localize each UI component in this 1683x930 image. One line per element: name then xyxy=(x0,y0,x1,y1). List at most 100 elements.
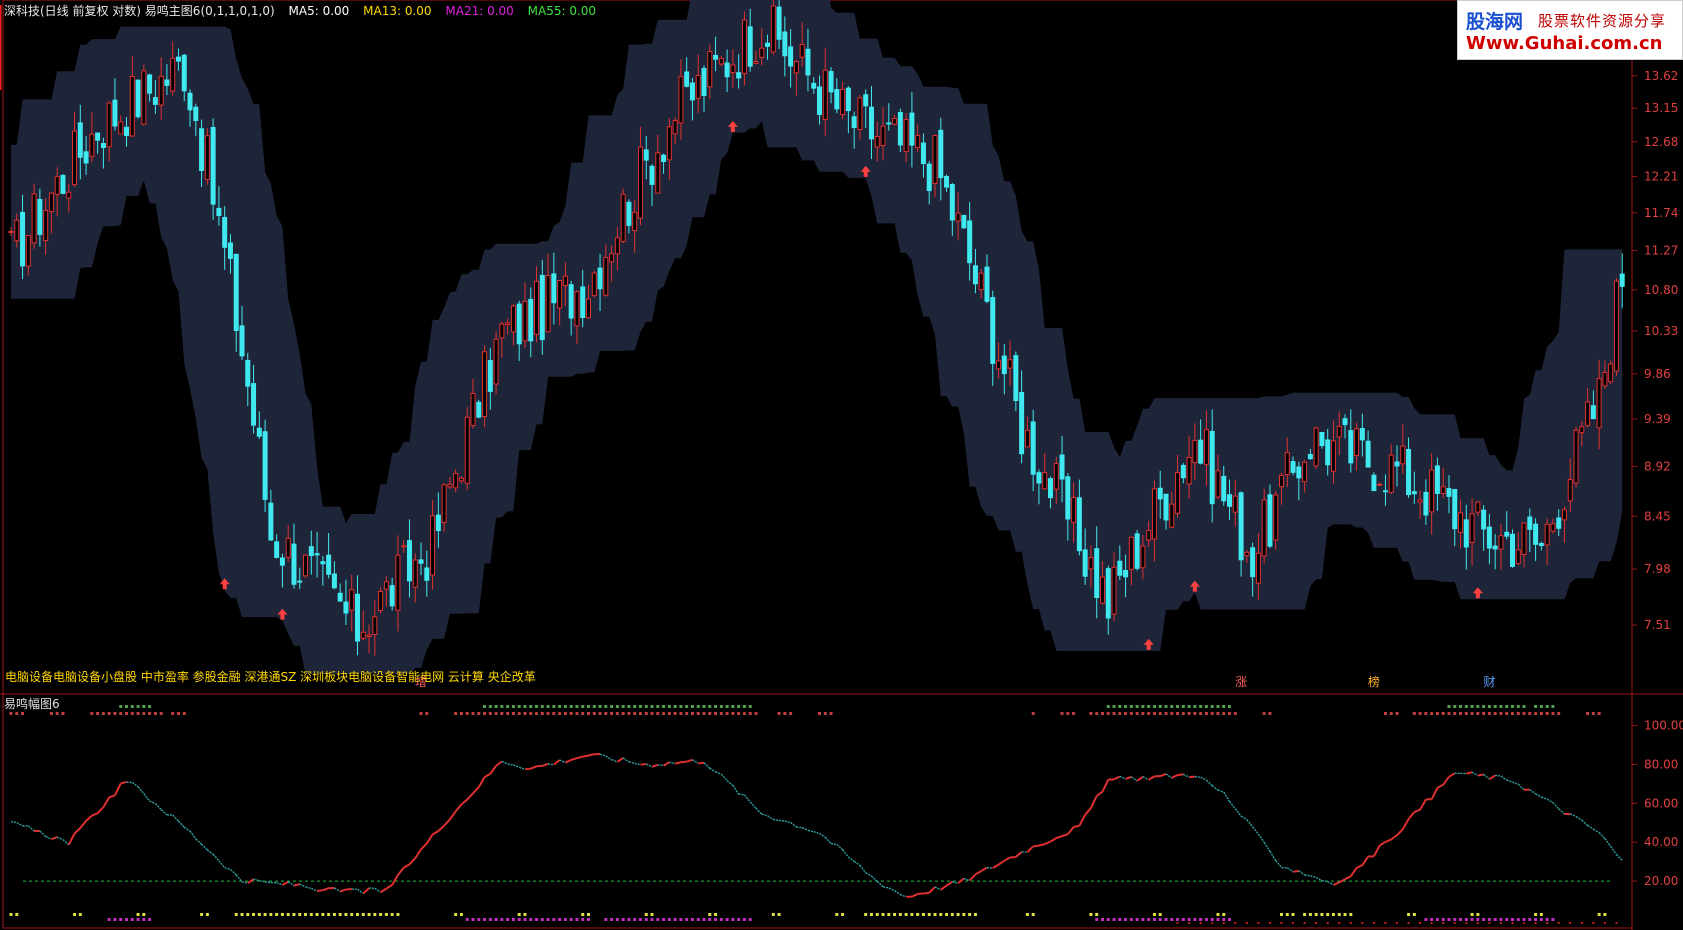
signal-dot-bottom xyxy=(1430,922,1433,924)
oscillator-segment xyxy=(1165,773,1173,779)
candle-body xyxy=(158,75,164,106)
candle-body xyxy=(204,135,210,180)
oscillator-segment xyxy=(1130,776,1138,782)
signal-dot-red xyxy=(159,712,163,715)
signal-dot-red xyxy=(1499,712,1503,715)
subchart-title: 易鸣幅图6 xyxy=(4,697,60,711)
oscillator-segment xyxy=(293,883,301,887)
signal-dot-green xyxy=(1187,705,1191,708)
signal-dot-red xyxy=(679,712,683,715)
signal-dot-green xyxy=(725,705,729,708)
signal-dot-red xyxy=(96,712,100,715)
oscillator-segment xyxy=(1396,828,1404,836)
oscillator-segment xyxy=(1546,798,1554,804)
candle-body xyxy=(874,135,880,148)
oscillator-segment xyxy=(472,786,480,794)
oscillator-segment xyxy=(218,860,226,869)
candle-body xyxy=(337,592,343,602)
signal-dot-bottom xyxy=(1303,922,1306,924)
candle-body xyxy=(1440,486,1446,495)
signal-dot-red xyxy=(1089,712,1093,715)
signal-dot-red xyxy=(818,712,821,715)
oscillator-segment xyxy=(559,759,566,764)
osc-tick-label: 60.00 xyxy=(1644,796,1678,810)
candle-body xyxy=(320,561,326,565)
candle-body xyxy=(193,106,199,122)
oscillator-segment xyxy=(1136,775,1144,782)
oscillator-segment xyxy=(477,776,486,788)
candle-body xyxy=(1608,363,1614,383)
signal-dot-yellow xyxy=(893,913,897,916)
signal-dot-green xyxy=(1511,705,1514,708)
signal-dot-yellow xyxy=(973,913,977,916)
oscillator-segment xyxy=(120,780,127,785)
candle-body xyxy=(793,61,799,74)
signal-dot-yellow xyxy=(1597,913,1601,916)
candle-body xyxy=(1117,560,1123,576)
candle-body xyxy=(389,585,395,607)
oscillator-segment xyxy=(1575,815,1583,821)
oscillator-segment xyxy=(408,857,416,866)
oscillator-segment xyxy=(1189,775,1195,779)
signal-dot-yellow xyxy=(1337,913,1341,916)
signal-dot-yellow xyxy=(1158,913,1162,916)
price-tick-label: 13.15 xyxy=(1644,101,1678,115)
oscillator-segment xyxy=(582,754,589,758)
event-marker-1: 涨 xyxy=(1235,674,1247,689)
candle-body xyxy=(72,130,78,186)
oscillator-segment xyxy=(449,810,457,821)
candle-body xyxy=(1250,547,1256,578)
signal-dot-red xyxy=(1470,712,1474,715)
signal-dot-purple xyxy=(702,918,706,921)
signal-dot-yellow xyxy=(1303,913,1307,916)
signal-dot-red xyxy=(419,712,423,715)
candle-body xyxy=(545,274,551,333)
oscillator-segment xyxy=(1263,842,1271,852)
signal-dot-green xyxy=(1539,705,1543,708)
signal-dot-red xyxy=(690,712,694,715)
candle-body xyxy=(741,19,747,74)
candle-body xyxy=(984,266,990,302)
signal-dot-green xyxy=(1534,705,1538,708)
candle-body xyxy=(1469,513,1475,543)
candle-body xyxy=(308,546,314,557)
oscillator-segment xyxy=(1015,851,1023,858)
oscillator-segment xyxy=(1598,832,1606,840)
signal-dot-green xyxy=(1228,705,1232,708)
oscillator-segment xyxy=(992,863,1000,869)
candle-body xyxy=(1354,428,1360,457)
signal-dot-purple xyxy=(142,918,146,921)
oscillator-segment xyxy=(91,812,99,817)
price-tick-label: 12.21 xyxy=(1644,170,1678,184)
oscillator-segment xyxy=(1119,775,1126,780)
candle-body xyxy=(897,112,903,146)
candle-body xyxy=(331,573,337,589)
candle-body xyxy=(1094,548,1100,599)
candle-body xyxy=(834,89,840,110)
candle-body xyxy=(926,163,932,192)
oscillator-segment xyxy=(1033,844,1040,848)
candle-body xyxy=(100,143,106,149)
watermark-slogan: 股票软件资源分享 xyxy=(1538,12,1667,30)
signal-dot-purple xyxy=(719,918,723,921)
signal-dot-purple xyxy=(587,918,590,921)
signal-dot-red xyxy=(742,712,746,715)
oscillator-segment xyxy=(1084,807,1092,816)
chart-canvas[interactable]: 14.0913.6213.1512.6812.2111.7411.2710.80… xyxy=(0,0,1683,930)
candle-body xyxy=(106,102,112,148)
signal-dot-red xyxy=(587,712,590,715)
candle-body xyxy=(1579,426,1585,434)
signal-dot-red xyxy=(176,712,180,715)
signal-dot-yellow xyxy=(898,913,902,916)
candle-body xyxy=(620,193,626,242)
signal-dot-purple xyxy=(107,918,111,921)
signal-dot-red xyxy=(673,712,677,715)
candle-body xyxy=(822,69,828,120)
oscillator-segment xyxy=(1177,773,1184,776)
signal-dot-purple xyxy=(742,918,746,921)
signal-dot-green xyxy=(650,705,654,708)
signal-dot-green xyxy=(136,705,140,708)
signal-dot-red xyxy=(1216,712,1220,715)
signal-dot-yellow xyxy=(240,913,244,916)
oscillator-segment xyxy=(143,793,151,802)
